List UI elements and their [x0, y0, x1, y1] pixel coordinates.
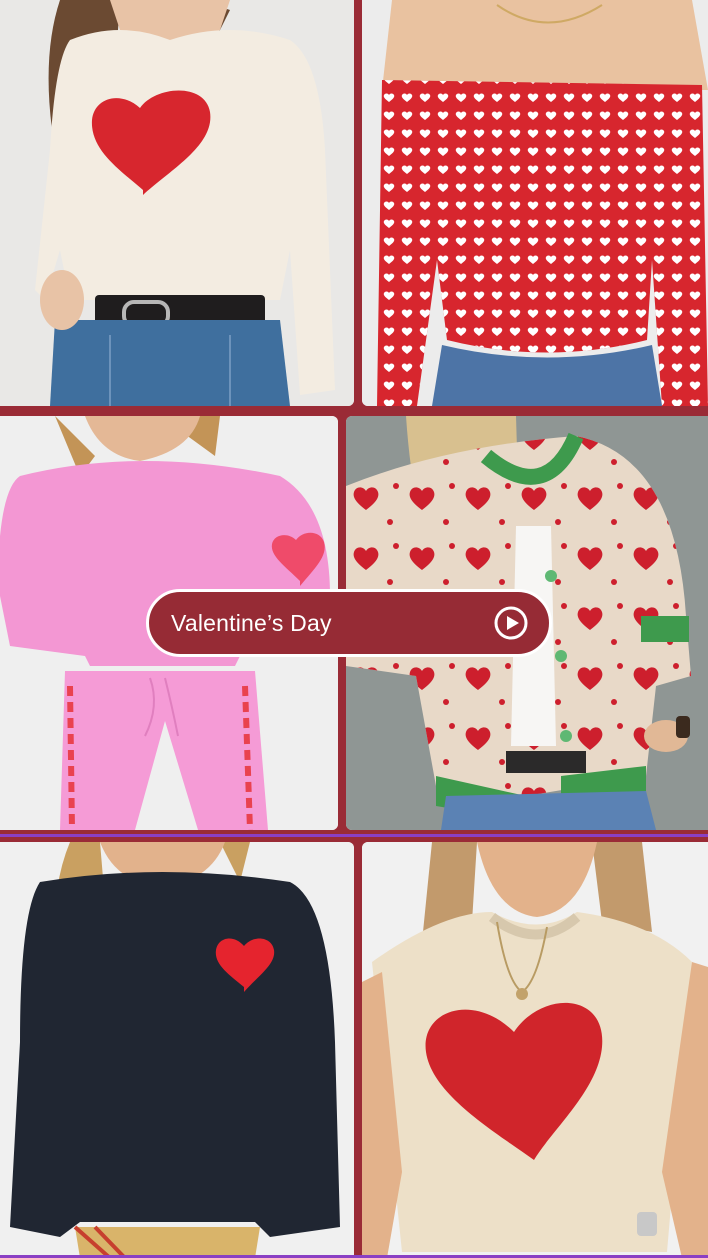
valentines-day-story-button[interactable]: Valentine’s Day	[146, 589, 552, 657]
product-tile-cream-heart-sweater[interactable]	[0, 0, 354, 406]
story-label-text: Valentine’s Day	[171, 609, 332, 636]
cream-heart-sweater-image	[0, 0, 354, 406]
divider-line	[0, 834, 708, 837]
red-heart-print-top-image	[362, 0, 708, 406]
cream-heart-vest-image	[362, 842, 708, 1258]
play-circle-icon	[493, 605, 529, 641]
product-tile-navy-heart-sweatshirt[interactable]	[0, 842, 354, 1258]
product-tile-red-heart-print-top[interactable]	[362, 0, 708, 406]
product-tile-cream-heart-vest[interactable]	[362, 842, 708, 1258]
navy-heart-sweatshirt-image	[0, 842, 354, 1258]
